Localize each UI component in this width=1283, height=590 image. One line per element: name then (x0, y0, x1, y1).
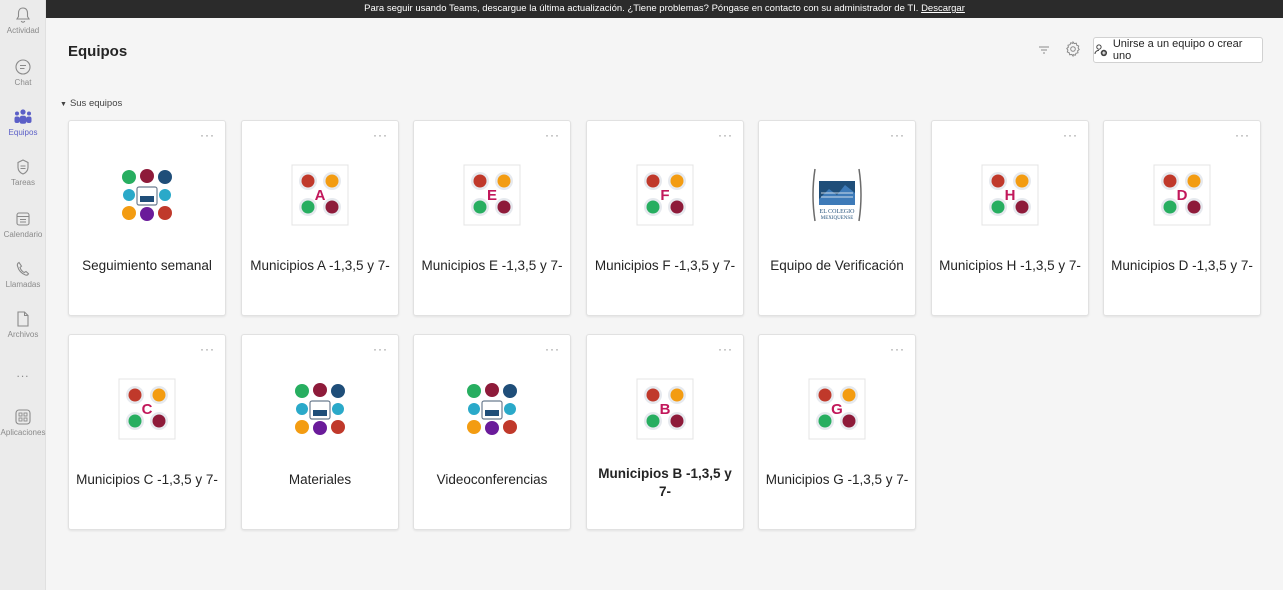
banner-text: Para seguir usando Teams, descargue la ú… (364, 3, 919, 14)
team-name: Municipios B -1,3,5 y 7- (598, 466, 732, 499)
team-letter: C (142, 401, 153, 418)
team-logo (462, 377, 522, 441)
team-logo: H (980, 163, 1040, 227)
team-name: Seguimiento semanal (82, 258, 212, 273)
team-name: Municipios E -1,3,5 y 7- (421, 258, 563, 273)
team-card[interactable]: ··· Seguimiento semanal (68, 120, 226, 316)
team-logo: A (290, 163, 350, 227)
tasks-icon (17, 159, 29, 175)
team-letter: B (660, 401, 671, 418)
calendar-icon (16, 212, 30, 226)
team-card[interactable]: ··· D Municipios D -1,3,5 y 7- (1103, 120, 1261, 316)
rail-label: Aplicaciones (0, 428, 46, 437)
add-team-icon (1094, 44, 1108, 57)
rail-label: Llamadas (5, 280, 41, 289)
team-letter: E (487, 187, 497, 204)
bell-icon (16, 7, 30, 23)
app-rail: Actividad Chat Equipos Tareas Calendario… (0, 0, 46, 590)
more-options-icon[interactable]: ··· (890, 343, 905, 355)
team-letter: D (1177, 187, 1188, 204)
team-card[interactable]: ··· C Municipios C -1,3,5 y 7- (68, 334, 226, 530)
more-options-icon[interactable]: ··· (373, 343, 388, 355)
team-name: Municipios A -1,3,5 y 7- (250, 258, 390, 273)
team-logo: EL COLEGIO MEXIQUENSE (807, 163, 867, 227)
phone-icon (16, 261, 30, 276)
team-name: Equipo de Verificación (770, 258, 904, 273)
rail-item-files[interactable]: Archivos (0, 310, 46, 339)
caret-down-icon: ▼ (60, 101, 67, 108)
team-logo: G (807, 377, 867, 441)
more-options-icon[interactable]: ··· (890, 129, 905, 141)
team-card[interactable]: ··· Videoconferencias (413, 334, 571, 530)
more-icon: ... (16, 366, 30, 380)
team-card[interactable]: ··· Materiales (241, 334, 399, 530)
more-options-icon[interactable]: ··· (718, 343, 733, 355)
team-letter: F (660, 187, 669, 204)
rail-item-apps[interactable]: Aplicaciones (0, 408, 46, 437)
filter-icon[interactable] (1036, 42, 1052, 58)
apps-icon (15, 409, 31, 425)
gear-icon[interactable] (1064, 40, 1082, 58)
team-letter: G (831, 401, 843, 418)
rail-item-more[interactable]: ... (0, 364, 46, 382)
team-logo (290, 377, 350, 441)
rail-label: Chat (14, 78, 32, 87)
team-name: Municipios H -1,3,5 y 7- (939, 258, 1081, 273)
more-options-icon[interactable]: ··· (545, 129, 560, 141)
section-my-teams[interactable]: ▼ Sus equipos (60, 98, 122, 109)
svg-text:MEXIQUENSE: MEXIQUENSE (821, 216, 854, 221)
join-button-label: Unirse a un equipo o crear uno (1112, 38, 1243, 62)
update-banner: Para seguir usando Teams, descargue la ú… (46, 0, 1283, 18)
team-card[interactable]: ··· EL COLEGIO MEXIQUENSE Equipo de Veri… (758, 120, 916, 316)
rail-label: Actividad (6, 26, 40, 35)
team-logo: B (635, 377, 695, 441)
team-card[interactable]: ··· A Municipios A -1,3,5 y 7- (241, 120, 399, 316)
file-icon (17, 311, 29, 327)
team-card[interactable]: ··· H Municipios H -1,3,5 y 7- (931, 120, 1089, 316)
teams-icon (14, 109, 32, 124)
team-card[interactable]: ··· E Municipios E -1,3,5 y 7- (413, 120, 571, 316)
team-logo (117, 163, 177, 227)
page-title: Equipos (68, 43, 128, 60)
team-name: Municipios D -1,3,5 y 7- (1111, 258, 1253, 273)
team-name: Municipios F -1,3,5 y 7- (594, 258, 736, 273)
section-label: Sus equipos (69, 98, 123, 109)
team-name: Municipios C -1,3,5 y 7- (76, 472, 218, 487)
banner-download-link[interactable]: Descargar (921, 3, 965, 14)
rail-label: Calendario (3, 230, 43, 239)
rail-label: Equipos (8, 128, 38, 137)
team-logo: F (635, 163, 695, 227)
rail-item-activity[interactable]: Actividad (0, 6, 46, 35)
more-options-icon[interactable]: ··· (373, 129, 388, 141)
rail-label: Tareas (10, 178, 35, 187)
chat-icon (15, 59, 31, 75)
rail-item-tasks[interactable]: Tareas (0, 158, 46, 187)
more-options-icon[interactable]: ··· (200, 343, 215, 355)
team-card[interactable]: ··· G Municipios G -1,3,5 y 7- (758, 334, 916, 530)
more-options-icon[interactable]: ··· (545, 343, 560, 355)
rail-item-teams[interactable]: Equipos (0, 108, 46, 137)
team-name: Materiales (288, 472, 352, 487)
svg-text:EL COLEGIO: EL COLEGIO (820, 209, 856, 215)
team-logo: D (1152, 163, 1212, 227)
rail-item-chat[interactable]: Chat (0, 58, 46, 87)
more-options-icon[interactable]: ··· (1235, 129, 1250, 141)
team-card[interactable]: ··· F Municipios F -1,3,5 y 7- (586, 120, 744, 316)
team-letter: A (315, 187, 326, 204)
rail-label: Archivos (7, 330, 39, 339)
join-or-create-team-button[interactable]: Unirse a un equipo o crear uno (1093, 37, 1263, 63)
team-logo: E (462, 163, 522, 227)
more-options-icon[interactable]: ··· (200, 129, 215, 141)
team-name: Videoconferencias (436, 472, 548, 487)
team-logo: C (117, 377, 177, 441)
more-options-icon[interactable]: ··· (718, 129, 733, 141)
team-letter: H (1005, 187, 1016, 204)
team-name: Municipios G -1,3,5 y 7- (765, 472, 909, 487)
rail-item-calendar[interactable]: Calendario (0, 210, 46, 239)
team-card[interactable]: ··· B Municipios B -1,3,5 y 7- (586, 334, 744, 530)
rail-item-calls[interactable]: Llamadas (0, 260, 46, 289)
more-options-icon[interactable]: ··· (1063, 129, 1078, 141)
